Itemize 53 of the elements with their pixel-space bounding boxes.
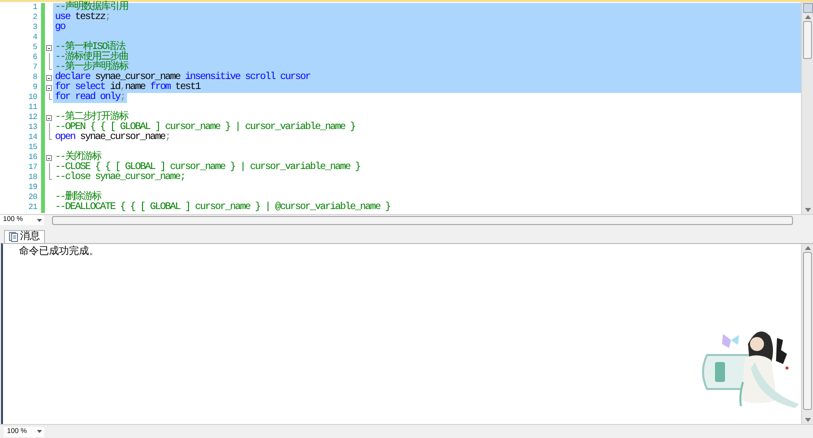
scroll-up-icon[interactable]	[804, 246, 810, 250]
line-number: 4	[32, 33, 38, 43]
collapse-icon[interactable]	[46, 45, 52, 51]
fold-end-line	[49, 63, 52, 70]
message-text: 命令已成功完成。	[19, 246, 100, 258]
scroll-up-icon[interactable]	[804, 15, 810, 19]
collapse-icon[interactable]	[46, 115, 52, 121]
code-line: --CLOSE { { [ GLOBAL ] cursor_name } | cursor_variable_name }	[54, 163, 362, 173]
caret-icon	[37, 430, 42, 433]
fold-guide-line	[49, 123, 50, 133]
caret-icon	[37, 218, 42, 222]
line-number: 20	[27, 193, 38, 203]
code-line: --第二步打开游标	[54, 113, 128, 123]
horizontal-scrollbar[interactable]	[52, 216, 793, 224]
line-number: 5	[32, 43, 38, 53]
vertical-scrollbar[interactable]	[801, 2, 813, 214]
code-line: --删除游标	[54, 193, 102, 203]
line-number: 7	[32, 63, 38, 73]
code-line: open synae_cursor_name;	[54, 133, 172, 143]
line-number: 17	[27, 163, 38, 173]
line-number: 15	[27, 143, 38, 153]
messages-tab[interactable]: 消息	[4, 230, 45, 243]
split-button[interactable]	[802, 3, 812, 13]
line-number: 2	[32, 13, 38, 23]
line-number: 8	[32, 73, 38, 83]
line-number: 12	[27, 113, 38, 123]
scroll-thumb[interactable]	[803, 21, 812, 59]
fold-guide-line	[49, 53, 50, 63]
line-number: 21	[27, 203, 38, 213]
scroll-down-icon[interactable]	[804, 418, 810, 422]
scroll-down-icon[interactable]	[804, 208, 810, 212]
line-number: 1	[32, 3, 38, 13]
fold-guide-line	[49, 163, 50, 173]
collapse-icon[interactable]	[46, 155, 52, 161]
code-line: --OPEN { { [ GLOBAL ] cursor_name } | cursor_variable_name }	[54, 123, 356, 133]
fold-end-line	[49, 93, 52, 100]
line-number: 11	[27, 103, 38, 113]
line-number: 19	[27, 183, 38, 193]
line-number: 13	[27, 123, 38, 133]
line-number: 6	[32, 53, 38, 63]
scroll-thumb[interactable]	[803, 252, 812, 410]
code-line: --close synae_cursor_name;	[54, 173, 186, 183]
line-number: 10	[27, 93, 38, 103]
fold-end-line	[49, 133, 52, 140]
fold-end-line	[49, 173, 52, 180]
code-line: --关闭游标	[54, 153, 102, 163]
line-number: 9	[32, 83, 38, 93]
code-line: --DEALLOCATE { { [ GLOBAL ] cursor_name } | @cursor_variable_name }	[54, 203, 392, 213]
line-number: 18	[27, 173, 38, 183]
line-number: 3	[32, 23, 38, 33]
vertical-scrollbar[interactable]	[801, 244, 813, 424]
line-number: 16	[27, 153, 38, 163]
line-number: 14	[27, 133, 38, 143]
